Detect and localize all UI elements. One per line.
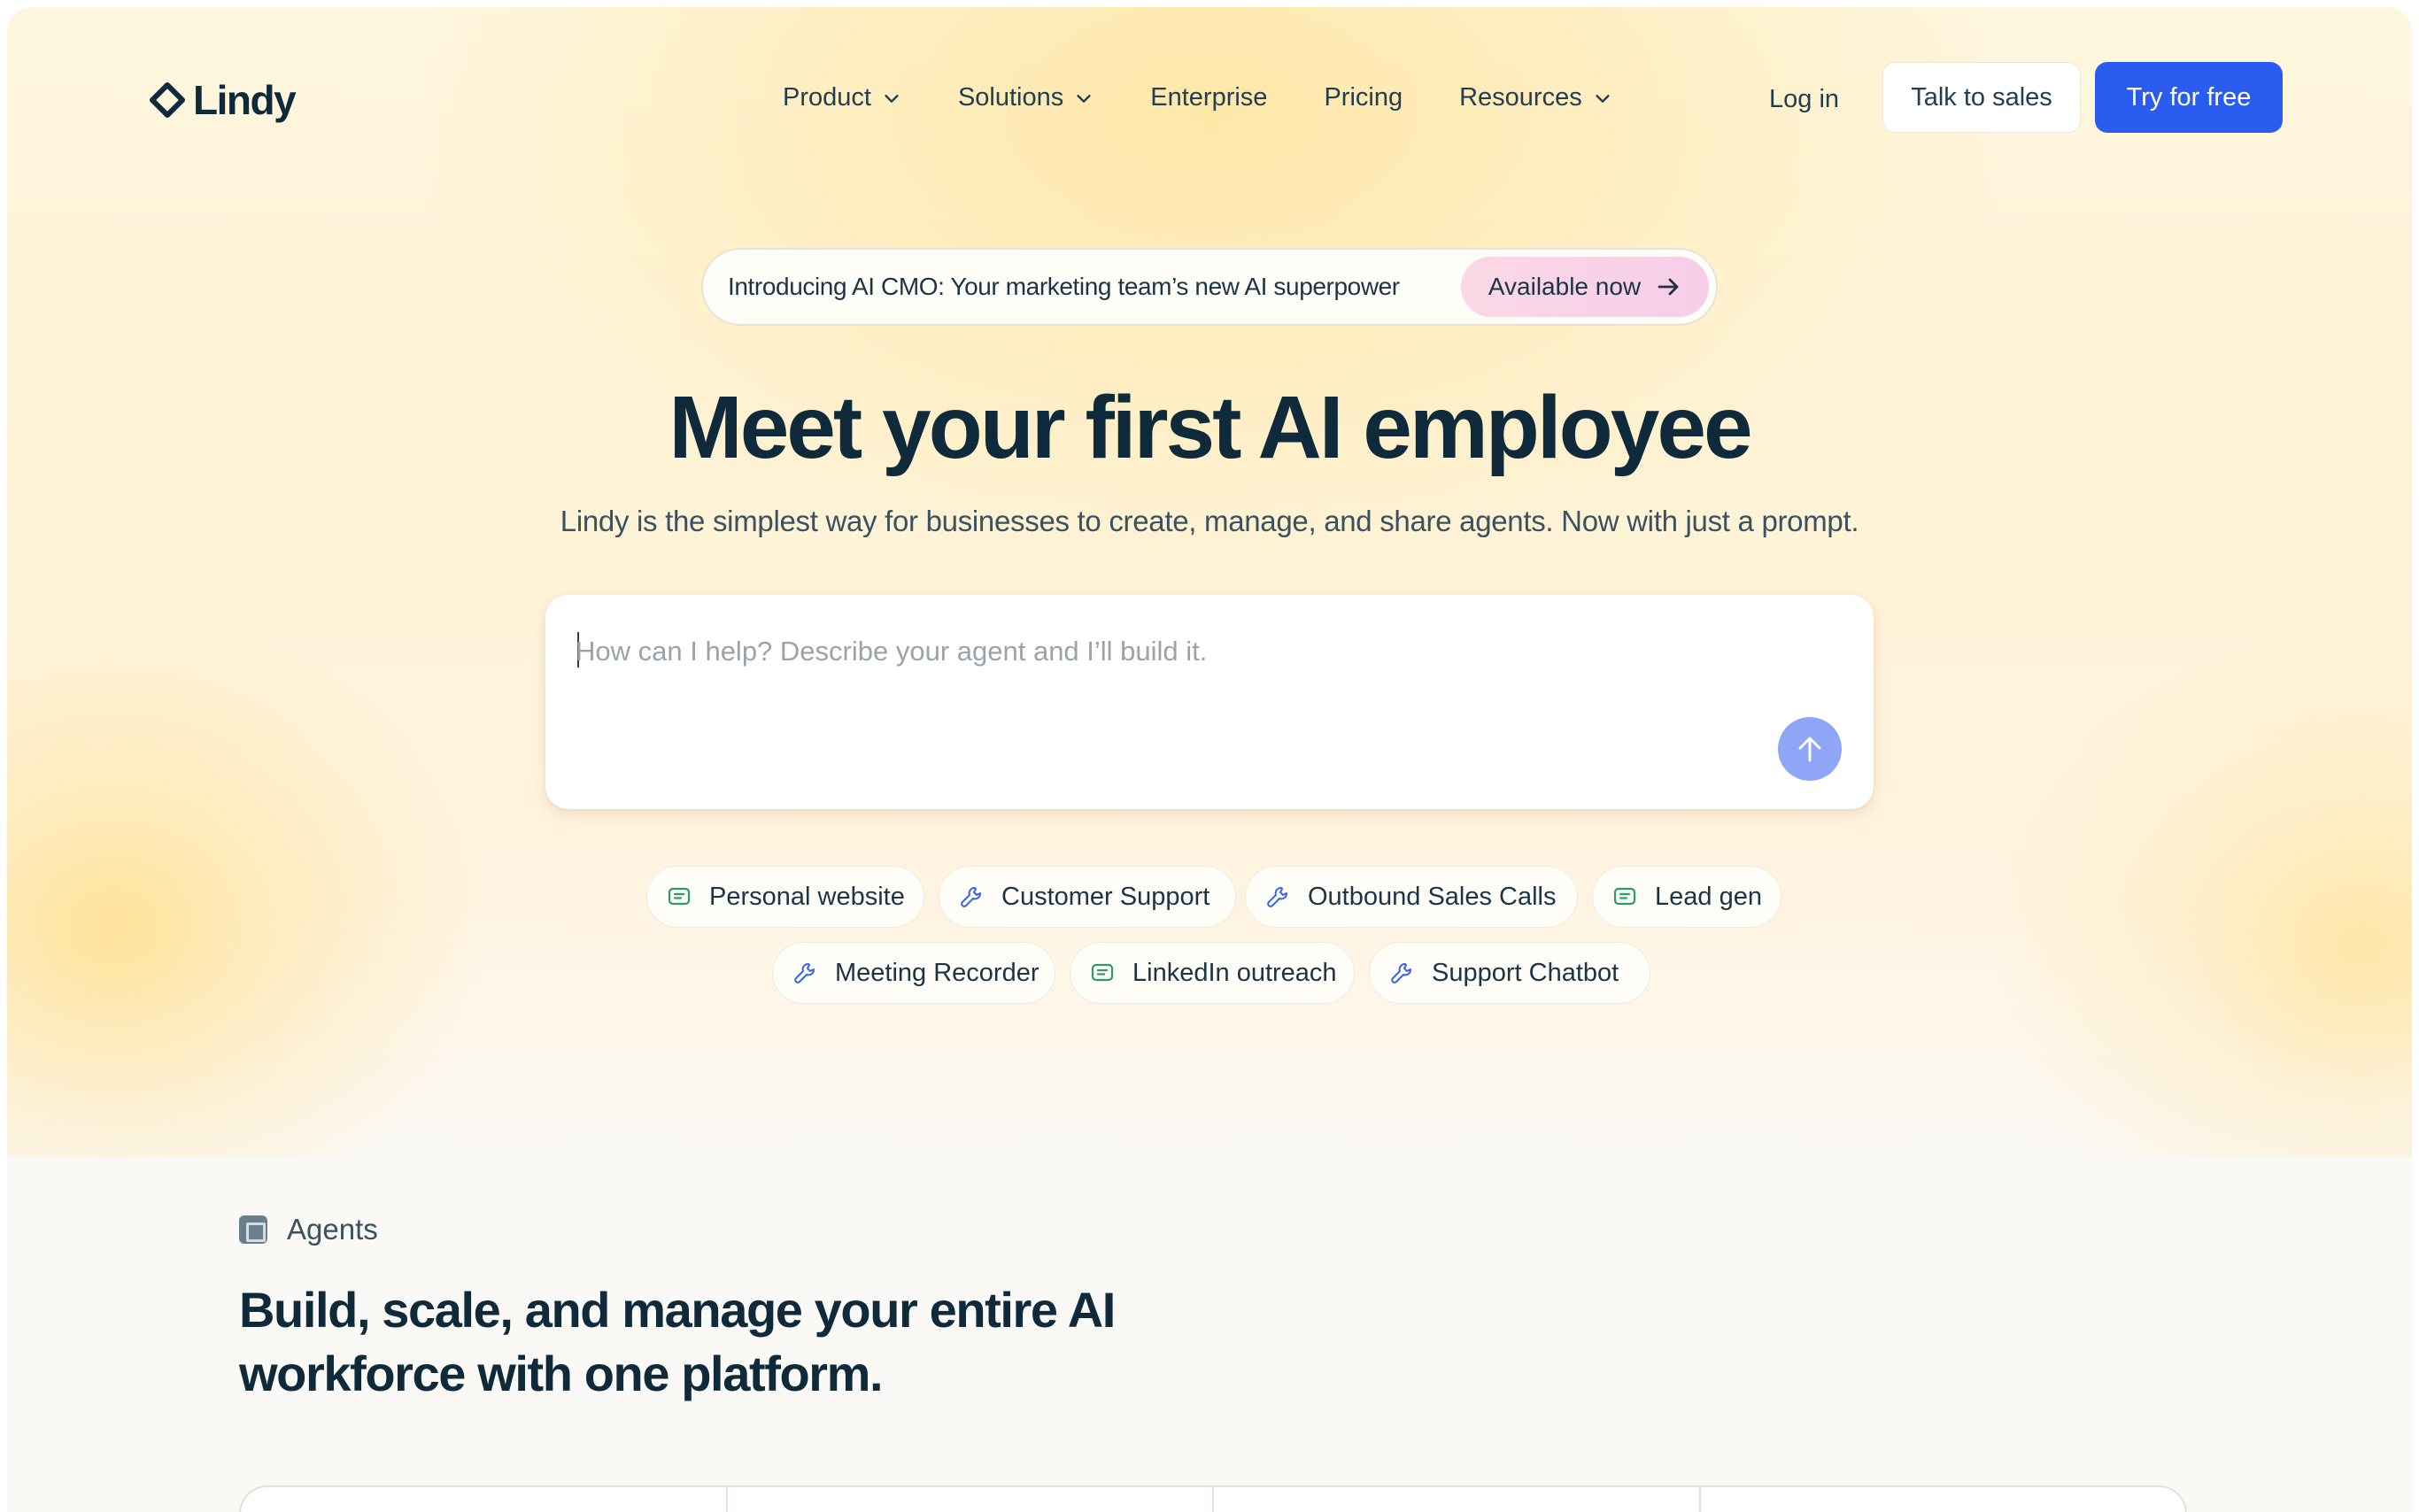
agents-icon [239, 1215, 267, 1244]
wrench-icon [1391, 963, 1411, 984]
chip-lead-gen[interactable]: Lead gen [1592, 866, 1781, 928]
send-button[interactable] [1778, 717, 1842, 781]
announcement-banner[interactable]: Introducing AI CMO: Your marketing team’… [701, 248, 1718, 326]
wrench-icon [961, 887, 981, 907]
chip-linkedin-outreach[interactable]: LinkedIn outreach [1070, 942, 1355, 1004]
chevron-down-icon [885, 94, 899, 103]
agents-label-text: Agents [287, 1213, 378, 1246]
chip-label: Lead gen [1655, 882, 1762, 911]
top-nav: Lindy Product Solutions Enterprise Prici… [7, 7, 2412, 184]
nav-pricing[interactable]: Pricing [1324, 83, 1403, 112]
feature-card[interactable] [241, 1487, 728, 1512]
try-for-free-button[interactable]: Try for free [2095, 62, 2283, 133]
chat-icon [1091, 963, 1114, 982]
feature-cards-row [239, 1485, 2187, 1512]
chip-customer-support[interactable]: Customer Support [939, 866, 1236, 928]
agents-section-label: Agents [239, 1213, 378, 1246]
agent-prompt-input[interactable] [576, 625, 1727, 678]
announcement-text: Introducing AI CMO: Your marketing team’… [728, 273, 1400, 300]
chevron-down-icon [1077, 94, 1091, 103]
nav-product-label: Product [783, 83, 871, 112]
arrow-right-icon [1658, 278, 1679, 296]
chevron-down-icon [1596, 94, 1610, 103]
chip-label: Customer Support [1001, 882, 1210, 911]
nav-resources[interactable]: Resources [1459, 83, 1612, 112]
feature-card[interactable] [1701, 1487, 2186, 1512]
agent-prompt-box [545, 595, 1874, 809]
chip-label: Outbound Sales Calls [1308, 882, 1557, 911]
available-now-label: Available now [1488, 273, 1642, 300]
chip-support-chatbot[interactable]: Support Chatbot [1369, 942, 1650, 1004]
available-now-pill[interactable]: Available now [1461, 257, 1709, 317]
logo-text: Lindy [193, 77, 297, 123]
hero-subhead: Lindy is the simplest way for businesses… [560, 505, 1859, 537]
wrench-icon [794, 963, 815, 984]
login-link[interactable]: Log in [1769, 85, 1839, 114]
nav-enterprise[interactable]: Enterprise [1150, 83, 1267, 112]
chip-label: Support Chatbot [1432, 958, 1619, 987]
chip-outbound-sales-calls[interactable]: Outbound Sales Calls [1245, 866, 1578, 928]
nav-pricing-label: Pricing [1324, 83, 1403, 112]
chip-label: Meeting Recorder [835, 958, 1039, 987]
page-frame: Lindy Product Solutions Enterprise Prici… [7, 7, 2412, 1512]
wrench-icon [1267, 887, 1287, 907]
chip-personal-website[interactable]: Personal website [646, 866, 924, 928]
hero-headline: Meet your first AI employee [669, 378, 1752, 477]
agents-section-title: Build, scale, and manage your entire AI … [239, 1282, 1116, 1401]
chip-meeting-recorder[interactable]: Meeting Recorder [772, 942, 1055, 1004]
lindy-diamond-icon [150, 82, 185, 118]
nav-solutions[interactable]: Solutions [958, 83, 1094, 112]
nav-solutions-label: Solutions [957, 83, 1064, 112]
chat-icon [668, 887, 691, 906]
nav-links: Product Solutions Enterprise Pricing Res… [783, 83, 1669, 112]
talk-to-sales-button[interactable]: Talk to sales [1882, 62, 2081, 133]
feature-card[interactable] [1214, 1487, 1701, 1512]
feature-card[interactable] [728, 1487, 1214, 1512]
logo[interactable]: Lindy [149, 76, 297, 124]
chip-label: Personal website [709, 882, 905, 911]
nav-resources-label: Resources [1459, 83, 1582, 112]
chip-label: LinkedIn outreach [1132, 958, 1337, 987]
nav-product[interactable]: Product [783, 83, 901, 112]
arrow-up-icon [1798, 737, 1821, 762]
chat-icon [1613, 887, 1636, 906]
nav-enterprise-label: Enterprise [1150, 83, 1268, 112]
